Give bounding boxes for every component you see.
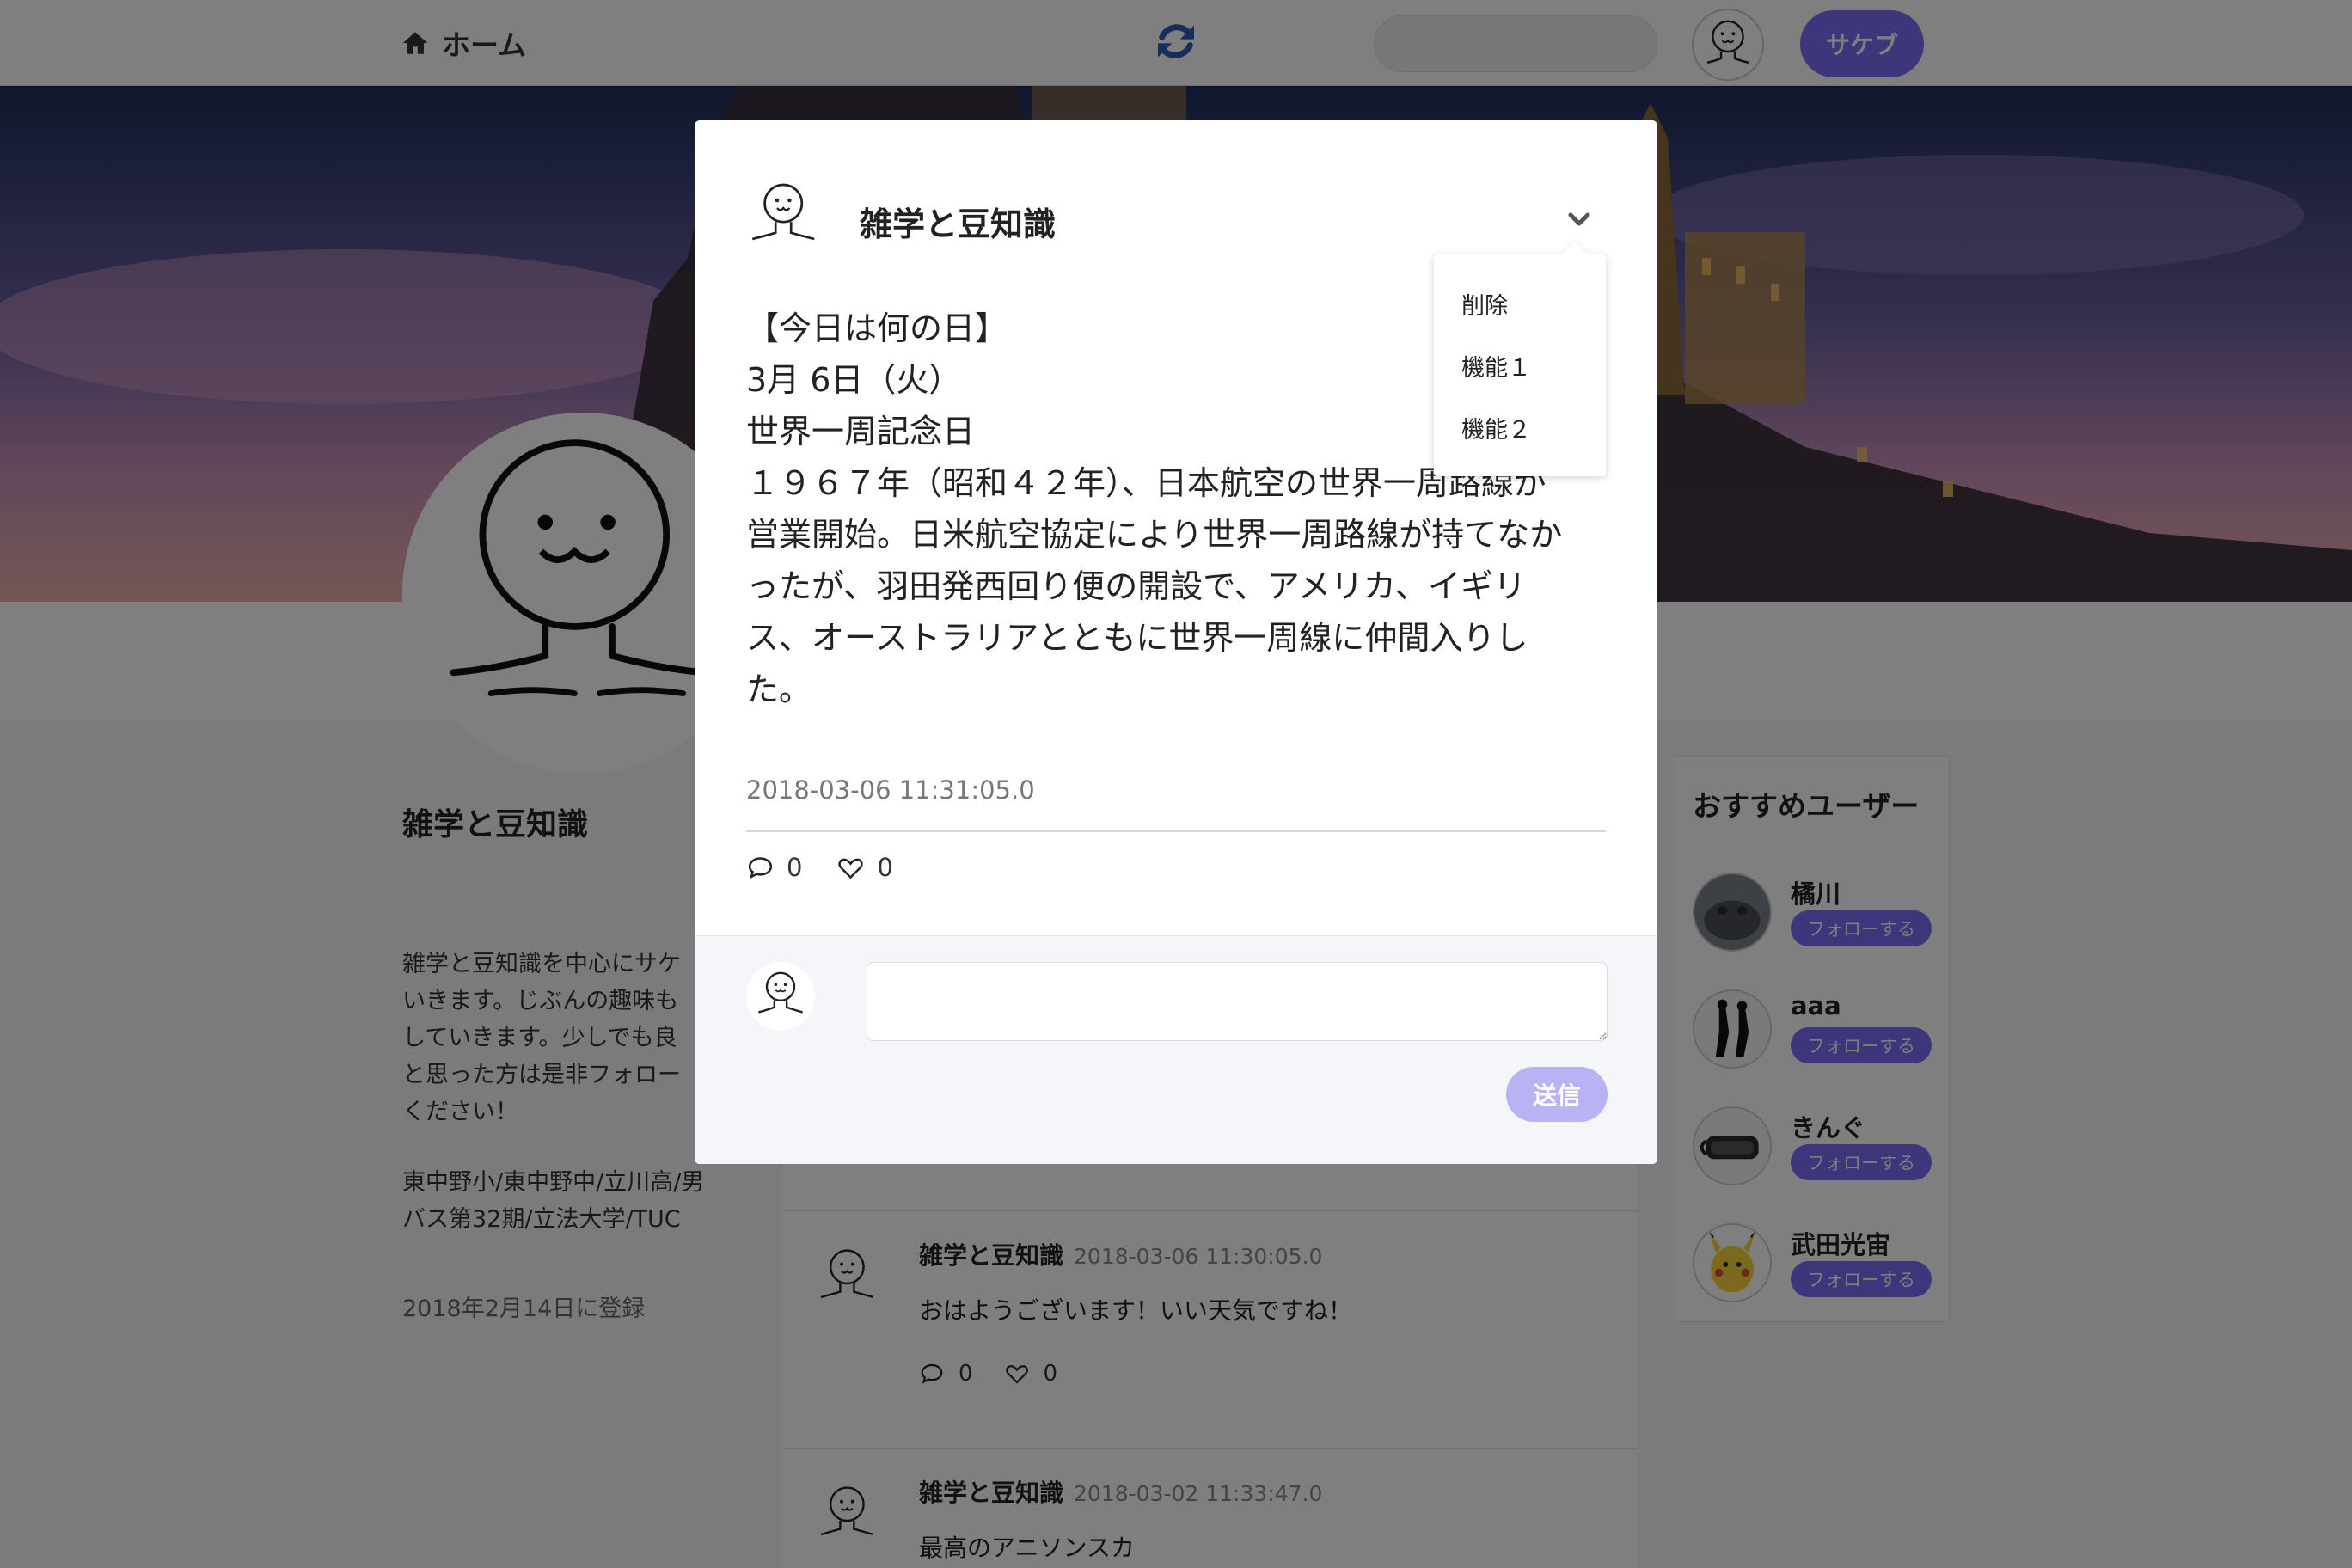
menu-item-feature2[interactable]: 機能２: [1461, 411, 1531, 444]
post-options-menu: 削除 機能１ 機能２: [1434, 254, 1606, 476]
modal-author-name[interactable]: 雑学と豆知識: [860, 198, 1056, 245]
comment-count: 0: [787, 853, 803, 882]
post-text-line: 営業開始。日米航空協定により世界一周路線が持てなか: [746, 516, 1563, 554]
reply-user-avatar: [746, 962, 815, 1031]
modal-post-date: 2018-03-06 11:31:05.0: [746, 775, 1035, 805]
post-text-line: ス、オーストラリアとともに世界一周線に仲間入りし: [746, 619, 1528, 657]
post-text-line: ったが、羽田発西回り便の開設で、アメリカ、イギリ: [746, 567, 1527, 605]
chevron-down-icon[interactable]: [1566, 206, 1592, 232]
comment-icon[interactable]: [746, 854, 775, 882]
modal-post-stats: 0 0: [746, 853, 893, 882]
heart-icon[interactable]: [836, 854, 865, 882]
modal-author-avatar[interactable]: [746, 177, 824, 254]
menu-item-delete[interactable]: 削除: [1461, 287, 1508, 321]
divider: [746, 830, 1606, 832]
reply-input[interactable]: [867, 962, 1608, 1041]
send-button[interactable]: 送信: [1506, 1067, 1608, 1122]
reply-section: 送信: [695, 935, 1657, 1164]
menu-item-feature1[interactable]: 機能１: [1461, 349, 1531, 383]
like-count: 0: [877, 853, 893, 882]
post-text-line: た。: [746, 671, 812, 708]
